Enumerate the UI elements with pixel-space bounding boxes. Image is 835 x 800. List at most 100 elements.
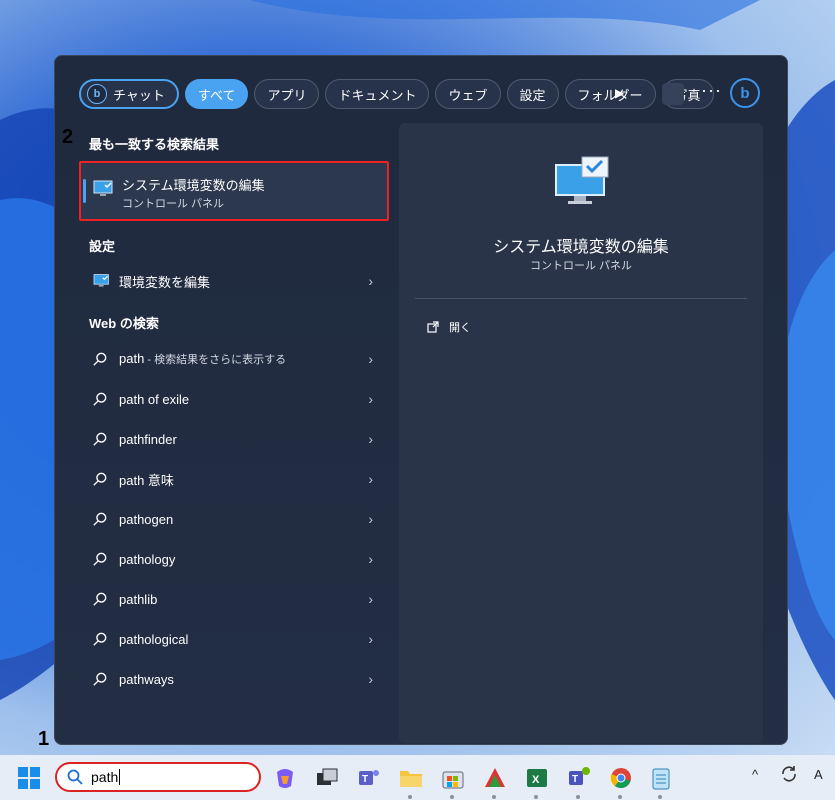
web-result-label: pathways [119,672,368,687]
search-query-text: path [91,769,119,785]
chevron-right-icon: › [368,431,373,447]
web-result-query: pathfinder [119,431,177,447]
chrome-icon [610,768,631,788]
web-result-query: pathology [119,551,176,567]
best-match-result[interactable]: システム環境変数の編集 コントロール パネル [79,161,389,221]
web-result-label: path - 検索結果をさらに表示する [119,351,368,367]
start-button[interactable] [16,765,42,791]
chevron-right-icon: › [368,631,373,647]
tab-apps[interactable]: アプリ [254,79,320,109]
sync-icon[interactable] [780,765,798,786]
tab-web[interactable]: ウェブ [435,79,501,109]
result-detail-pane: システム環境変数の編集 コントロール パネル 開く [399,123,763,743]
tab-chat[interactable]: b チャット [79,79,179,109]
search-icon [93,632,107,646]
chevron-right-icon: › [368,391,373,407]
teams-chat-app[interactable]: T [356,765,382,791]
notepad-app[interactable] [648,765,674,791]
running-indicator [658,795,662,799]
web-result-hint: - 検索結果をさらに表示する [144,354,287,366]
windows-logo-icon [18,767,40,789]
teams-icon: T [359,770,379,785]
settings-heading: 設定 [89,239,116,254]
open-action[interactable]: 開く [427,319,471,335]
web-result-query: pathlib [119,591,158,607]
app-red-green[interactable] [482,765,508,791]
text-caret [119,769,121,785]
tab-settings[interactable]: 設定 [506,79,559,109]
more-options-icon[interactable]: ··· [701,80,722,101]
chevron-right-icon: › [368,591,373,607]
task-view-button[interactable] [314,765,340,791]
best-match-subtitle: コントロール パネル [122,198,225,210]
step-2-badge: 2 [62,126,74,148]
web-search-result[interactable]: pathology › [79,541,389,577]
excel-icon: X [527,769,547,787]
tab-label: チャット [113,87,165,103]
search-icon [93,392,107,406]
web-search-result[interactable]: pathways › [79,661,389,697]
bing-chat-button[interactable]: b [730,78,760,108]
running-indicator [618,795,622,799]
best-match-heading: 最も一致する検索結果 [89,137,220,152]
svg-text:T: T [362,774,368,785]
web-search-result[interactable]: pathlib › [79,581,389,617]
web-search-heading: Web の検索 [89,316,159,331]
task-view-icon [317,768,338,785]
search-icon [93,472,107,486]
environment-variables-icon [93,274,109,287]
copilot-icon [277,769,293,788]
running-indicator [534,795,538,799]
input-method-indicator[interactable]: A [814,767,823,782]
chevron-right-icon: › [368,471,373,487]
file-explorer-app[interactable] [398,765,424,791]
best-match-title: システム環境変数の編集 [122,178,265,193]
search-icon [67,769,83,785]
web-result-label: pathology [119,552,368,567]
excel-app[interactable]: X [524,765,550,791]
web-search-result[interactable]: path 意味 › [79,461,389,497]
search-icon [93,512,107,526]
account-avatar[interactable] [662,83,684,105]
tab-folders[interactable]: フォルダー [564,79,656,109]
search-panel: b チャット すべて アプリ ドキュメント ウェブ 設定 フォルダー 写真 ▶ … [54,55,788,745]
app-icon [485,768,505,787]
divider [415,298,747,299]
search-icon [93,432,107,446]
microsoft-store-app[interactable] [440,765,466,791]
web-result-query: pathological [119,631,189,647]
teams-app[interactable]: T [566,765,592,791]
chevron-right-icon: › [368,273,373,289]
search-icon [93,352,107,366]
chrome-app[interactable] [608,765,634,791]
tab-all[interactable]: すべて [184,79,249,109]
web-result-label: path 意味 [119,470,368,489]
detail-title: システム環境変数の編集 [493,239,669,256]
chevron-right-icon: › [368,511,373,527]
open-action-label: 開く [449,322,471,334]
taskbar-search-input[interactable]: path [55,762,261,792]
control-panel-monitor-icon [93,180,113,196]
scroll-tabs-right-icon[interactable]: ▶ [615,86,624,100]
settings-result-edit-env-vars[interactable]: 環境変数を編集 › [79,263,389,299]
web-result-label: path of exile [119,392,368,407]
tab-documents[interactable]: ドキュメント [325,79,430,109]
web-search-result[interactable]: pathfinder › [79,421,389,457]
copilot-app[interactable] [272,765,298,791]
web-search-result[interactable]: path of exile › [79,381,389,417]
folder-icon [400,771,422,787]
show-hidden-icons-button[interactable]: ^ [752,767,758,782]
chevron-right-icon: › [368,671,373,687]
settings-result-label: 環境変数を編集 [119,274,211,290]
web-search-result[interactable]: pathological › [79,621,389,657]
svg-text:X: X [532,774,540,786]
web-result-label: pathlib [119,592,368,607]
web-search-result[interactable]: pathogen › [79,501,389,537]
web-result-query: path of exile [119,391,190,407]
search-icon [93,592,107,606]
web-search-result[interactable]: path - 検索結果をさらに表示する › [79,341,389,377]
web-result-query: pathways [119,671,174,687]
selection-indicator [83,179,86,203]
notepad-icon [652,768,670,790]
open-external-icon [427,321,439,333]
